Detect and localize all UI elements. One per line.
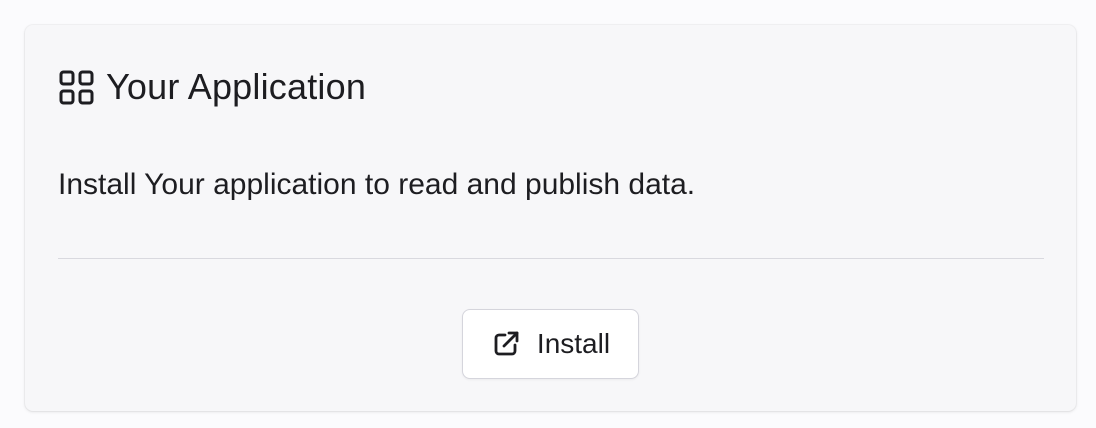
card-description: Install Your application to read and pub… [58,168,696,201]
application-card: Your Application Install Your applicatio… [25,25,1076,411]
install-button[interactable]: Install [462,309,639,379]
card-header: Your Application [58,67,366,107]
external-link-icon [491,329,521,359]
install-button-label: Install [536,328,611,359]
grid-icon [58,69,95,106]
card-title: Your Application [106,66,367,107]
divider [58,258,1044,259]
